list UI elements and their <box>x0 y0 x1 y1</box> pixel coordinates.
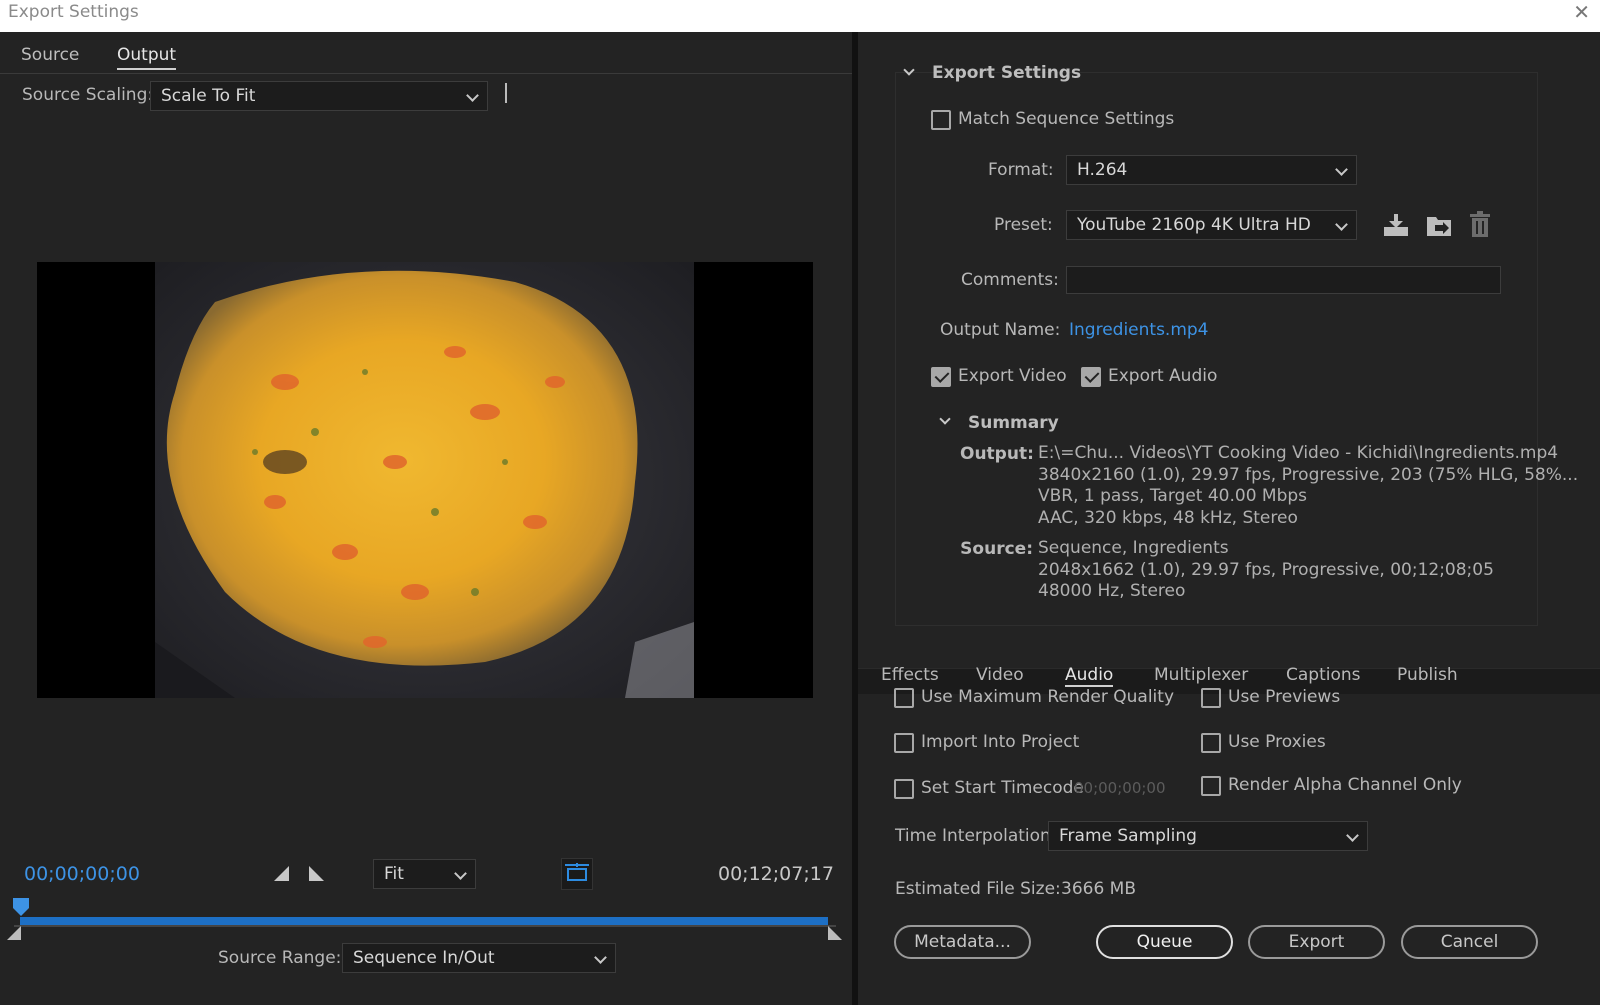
match-sequence-label: Match Sequence Settings <box>958 109 1175 129</box>
max-render-quality-label: Use Maximum Render Quality <box>921 687 1174 707</box>
time-interpolation-dropdown[interactable]: Frame Sampling <box>1048 821 1368 851</box>
tab-audio[interactable]: Audio <box>1065 665 1114 687</box>
summary-title: Summary <box>968 413 1059 433</box>
match-sequence-checkbox[interactable] <box>931 110 951 130</box>
summary-output-label: Output: <box>960 444 1034 464</box>
start-timecode-field[interactable]: 00;00;00;00 <box>1074 779 1166 797</box>
window-title: Export Settings <box>8 2 139 22</box>
summary-source-label: Source: <box>960 539 1033 559</box>
tab-publish[interactable]: Publish <box>1397 665 1458 685</box>
mark-out-icon[interactable] <box>308 866 326 882</box>
playhead-icon[interactable] <box>11 898 31 920</box>
out-point-handle-icon[interactable] <box>828 926 844 942</box>
video-preview-frame <box>155 262 694 698</box>
render-alpha-checkbox[interactable] <box>1201 776 1221 796</box>
in-point-handle-icon[interactable] <box>7 926 23 942</box>
comments-input[interactable] <box>1066 266 1501 294</box>
source-range-value: Sequence In/Out <box>353 948 495 968</box>
export-video-checkbox[interactable] <box>931 367 951 387</box>
preset-dropdown[interactable]: YouTube 2160p 4K Ultra HD <box>1066 210 1357 240</box>
zoom-value: Fit <box>384 864 404 884</box>
preset-label: Preset: <box>994 215 1053 235</box>
format-value: H.264 <box>1077 160 1128 180</box>
import-into-project-checkbox[interactable] <box>894 733 914 753</box>
set-start-timecode-checkbox[interactable] <box>894 779 914 799</box>
mark-in-icon[interactable] <box>273 866 291 882</box>
output-name-label: Output Name: <box>940 320 1061 340</box>
format-dropdown[interactable]: H.264 <box>1066 155 1357 185</box>
output-name-link[interactable]: Ingredients.mp4 <box>1069 320 1209 340</box>
tab-divider <box>0 73 852 74</box>
timeline-range-bar[interactable] <box>20 917 828 925</box>
chevron-down-icon <box>594 951 607 964</box>
end-timecode: 00;12;07;17 <box>718 863 834 885</box>
export-audio-label: Export Audio <box>1108 366 1218 386</box>
use-proxies-checkbox[interactable] <box>1201 733 1221 753</box>
tab-output[interactable]: Output <box>117 45 177 70</box>
cooking-pan-image <box>155 262 694 698</box>
estimated-size-value: 3666 MB <box>1061 879 1136 899</box>
preset-value: YouTube 2160p 4K Ultra HD <box>1077 215 1311 235</box>
summary-source-line: 2048x1662 (1.0), 29.97 fps, Progressive,… <box>1038 559 1494 580</box>
use-previews-label: Use Previews <box>1228 687 1341 707</box>
summary-output-line: AAC, 320 kbps, 48 kHz, Stereo <box>1038 507 1298 528</box>
chevron-down-icon <box>1335 163 1348 176</box>
cancel-button[interactable]: Cancel <box>1401 925 1538 959</box>
zoom-dropdown[interactable]: Fit <box>373 859 476 889</box>
close-icon[interactable]: ✕ <box>1573 0 1590 24</box>
text-cursor <box>505 83 507 103</box>
import-preset-icon[interactable] <box>1425 212 1453 238</box>
import-into-project-label: Import Into Project <box>921 732 1080 752</box>
time-interpolation-label: Time Interpolation: <box>895 826 1057 846</box>
delete-preset-icon[interactable] <box>1468 211 1492 239</box>
save-preset-icon[interactable] <box>1382 212 1410 238</box>
render-alpha-label: Render Alpha Channel Only <box>1228 775 1462 795</box>
tab-multiplexer[interactable]: Multiplexer <box>1154 665 1248 685</box>
source-scaling-value: Scale To Fit <box>161 86 256 106</box>
summary-source-line: 48000 Hz, Stereo <box>1038 581 1186 601</box>
fit-frame-icon <box>565 863 589 881</box>
export-audio-checkbox[interactable] <box>1081 367 1101 387</box>
source-range-dropdown[interactable]: Sequence In/Out <box>342 943 616 973</box>
use-previews-checkbox[interactable] <box>1201 688 1221 708</box>
summary-output-line: 3840x2160 (1.0), 29.97 fps, Progressive,… <box>1038 464 1579 485</box>
chevron-down-icon <box>1335 218 1348 231</box>
export-video-label: Export Video <box>958 366 1067 386</box>
aspect-toggle-button[interactable] <box>561 858 593 890</box>
tab-source[interactable]: Source <box>21 45 79 65</box>
chevron-down-icon <box>454 867 467 880</box>
comments-label: Comments: <box>961 270 1059 290</box>
summary-output-line: E:\=Chu... Videos\YT Cooking Video - Kic… <box>1038 443 1559 463</box>
tab-effects[interactable]: Effects <box>881 665 939 685</box>
timeline-base <box>14 925 836 927</box>
estimated-size-label: Estimated File Size: <box>895 879 1061 899</box>
time-interpolation-value: Frame Sampling <box>1059 826 1197 846</box>
tab-captions[interactable]: Captions <box>1286 665 1361 685</box>
tab-video[interactable]: Video <box>976 665 1024 685</box>
title-bar: Export Settings ✕ <box>0 0 1600 32</box>
metadata-button[interactable]: Metadata... <box>894 925 1031 959</box>
summary-output-block: E:\=Chu... Videos\YT Cooking Video - Kic… <box>1038 443 1579 529</box>
max-render-quality-checkbox[interactable] <box>894 688 914 708</box>
use-proxies-label: Use Proxies <box>1228 732 1326 752</box>
summary-source-line: Sequence, Ingredients <box>1038 538 1229 558</box>
source-range-label: Source Range: <box>218 948 342 968</box>
export-settings-title: Export Settings <box>932 63 1082 83</box>
summary-source-block: Sequence, Ingredients 2048x1662 (1.0), 2… <box>1038 538 1518 603</box>
source-scaling-dropdown[interactable]: Scale To Fit <box>150 81 488 111</box>
summary-output-line: VBR, 1 pass, Target 40.00 Mbps <box>1038 486 1308 506</box>
format-label: Format: <box>988 160 1054 180</box>
queue-button[interactable]: Queue <box>1096 925 1233 959</box>
current-timecode[interactable]: 00;00;00;00 <box>24 863 140 885</box>
source-scaling-label: Source Scaling: <box>22 85 154 105</box>
chevron-down-icon <box>1346 829 1359 842</box>
chevron-down-icon <box>466 89 479 102</box>
set-start-timecode-label: Set Start Timecode <box>921 778 1084 798</box>
export-button[interactable]: Export <box>1248 925 1385 959</box>
